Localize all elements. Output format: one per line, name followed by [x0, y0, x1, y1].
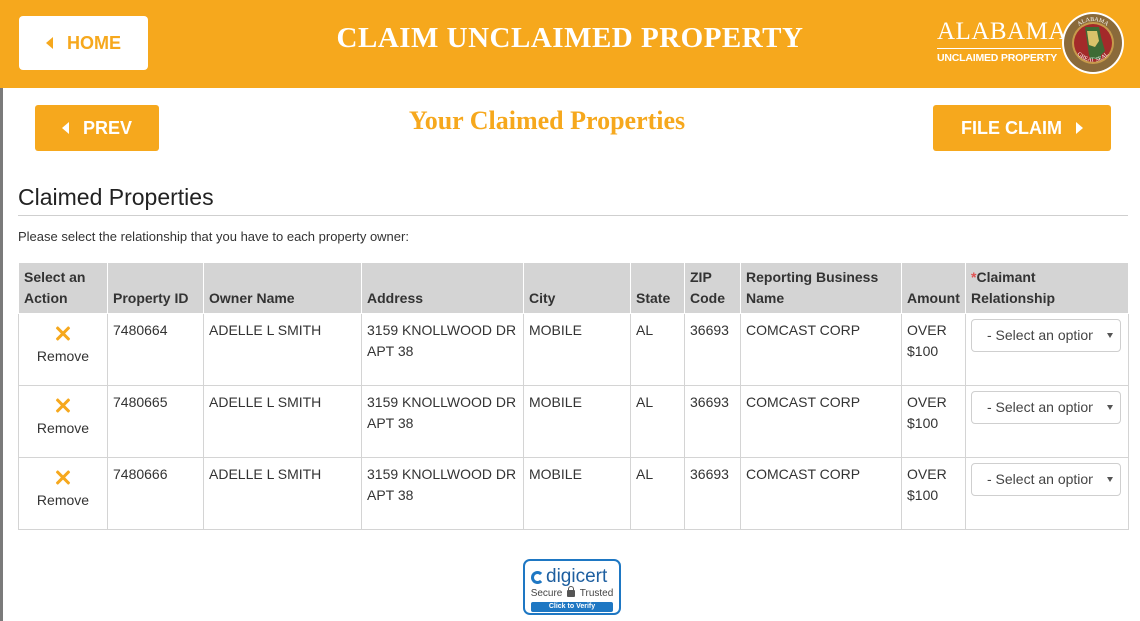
logo-text: ALABAMA	[937, 18, 1067, 45]
business-cell: COMCAST CORP	[740, 457, 902, 530]
action-cell: Remove	[18, 385, 108, 458]
table-row: Remove 7480666 ADELLE L SMITH 3159 KNOLL…	[18, 457, 1129, 530]
file-claim-button-label: FILE CLAIM	[961, 117, 1062, 138]
column-header-business: Reporting Business Name	[740, 262, 902, 314]
dropdown-caret-icon	[1107, 405, 1113, 410]
column-header-action: Select an Action	[18, 262, 108, 314]
address-cell: 3159 KNOLLWOOD DR APT 38	[361, 313, 524, 386]
relationship-select-value: - Select an option -	[987, 471, 1093, 487]
amount-cell: OVER $100	[901, 313, 966, 386]
logo-subtext: UNCLAIMED PROPERTY	[937, 52, 1058, 64]
zip-cell: 36693	[684, 385, 741, 458]
digicert-brand: digicert	[546, 566, 608, 587]
remove-link[interactable]: Remove	[24, 346, 102, 367]
state-seal-icon: ALABAMA GREAT SEAL	[1062, 12, 1124, 74]
table-row: Remove 7480664 ADELLE L SMITH 3159 KNOLL…	[18, 313, 1129, 386]
property-id-cell: 7480665	[107, 385, 204, 458]
state-cell: AL	[630, 313, 685, 386]
table-header-row: Select an Action Property ID Owner Name …	[18, 262, 1129, 314]
section-divider	[18, 215, 1128, 216]
column-header-address: Address	[361, 262, 524, 314]
remove-link[interactable]: Remove	[24, 418, 102, 439]
column-header-property-id: Property ID	[107, 262, 204, 314]
owner-name-cell: ADELLE L SMITH	[203, 385, 362, 458]
header-bar: HOME CLAIM UNCLAIMED PROPERTY ALABAMA UN…	[0, 0, 1140, 88]
instruction-text: Please select the relationship that you …	[18, 229, 409, 244]
business-cell: COMCAST CORP	[740, 385, 902, 458]
relationship-select[interactable]: - Select an option -	[971, 319, 1121, 352]
action-cell: Remove	[18, 313, 108, 386]
lock-icon	[567, 586, 576, 597]
remove-x-icon[interactable]	[52, 467, 74, 489]
logo-divider	[937, 48, 1061, 49]
business-cell: COMCAST CORP	[740, 313, 902, 386]
relationship-cell: - Select an option -	[965, 313, 1129, 386]
chevron-right-icon	[1076, 122, 1083, 134]
column-header-city: City	[523, 262, 631, 314]
property-id-cell: 7480666	[107, 457, 204, 530]
address-cell: 3159 KNOLLWOOD DR APT 38	[361, 385, 524, 458]
relationship-cell: - Select an option -	[965, 385, 1129, 458]
claimed-properties-table: Select an Action Property ID Owner Name …	[18, 262, 1129, 530]
city-cell: MOBILE	[523, 313, 631, 386]
digicert-logo: digicert	[531, 566, 607, 588]
dropdown-caret-icon	[1107, 477, 1113, 482]
digicert-c-icon	[531, 570, 544, 584]
digicert-seal[interactable]: digicert Secure Trusted Click to Verify	[523, 559, 621, 615]
state-cell: AL	[630, 385, 685, 458]
remove-x-icon[interactable]	[52, 395, 74, 417]
amount-cell: OVER $100	[901, 457, 966, 530]
relationship-select[interactable]: - Select an option -	[971, 391, 1121, 424]
trusted-label: Trusted	[579, 588, 614, 599]
city-cell: MOBILE	[523, 457, 631, 530]
relationship-select-value: - Select an option -	[987, 327, 1093, 343]
column-header-relationship: *Claimant Relationship	[965, 262, 1129, 314]
owner-name-cell: ADELLE L SMITH	[203, 313, 362, 386]
relationship-select-value: - Select an option -	[987, 399, 1093, 415]
relationship-select[interactable]: - Select an option -	[971, 463, 1121, 496]
remove-link[interactable]: Remove	[24, 490, 102, 511]
dropdown-caret-icon	[1107, 333, 1113, 338]
remove-x-icon[interactable]	[52, 323, 74, 345]
page-edge	[0, 88, 3, 621]
zip-cell: 36693	[684, 457, 741, 530]
address-cell: 3159 KNOLLWOOD DR APT 38	[361, 457, 524, 530]
state-cell: AL	[630, 457, 685, 530]
column-header-amount: Amount	[901, 262, 966, 314]
column-header-relationship-label: Claimant Relationship	[971, 269, 1056, 306]
amount-cell: OVER $100	[901, 385, 966, 458]
digicert-secure-text: Secure Trusted	[525, 586, 619, 599]
column-header-zip: ZIP Code	[684, 262, 741, 314]
alabama-logo[interactable]: ALABAMA UNCLAIMED PROPERTY ALABAMA GREAT…	[934, 10, 1130, 76]
property-id-cell: 7480664	[107, 313, 204, 386]
file-claim-button[interactable]: FILE CLAIM	[933, 105, 1111, 151]
zip-cell: 36693	[684, 313, 741, 386]
section-title: Claimed Properties	[18, 184, 214, 210]
table-row: Remove 7480665 ADELLE L SMITH 3159 KNOLL…	[18, 385, 1129, 458]
secure-label: Secure	[530, 588, 563, 599]
column-header-state: State	[630, 262, 685, 314]
click-to-verify: Click to Verify	[531, 602, 613, 612]
column-header-owner-name: Owner Name	[203, 262, 362, 314]
relationship-cell: - Select an option -	[965, 457, 1129, 530]
owner-name-cell: ADELLE L SMITH	[203, 457, 362, 530]
city-cell: MOBILE	[523, 385, 631, 458]
action-cell: Remove	[18, 457, 108, 530]
page-subtitle: Your Claimed Properties	[408, 106, 686, 135]
